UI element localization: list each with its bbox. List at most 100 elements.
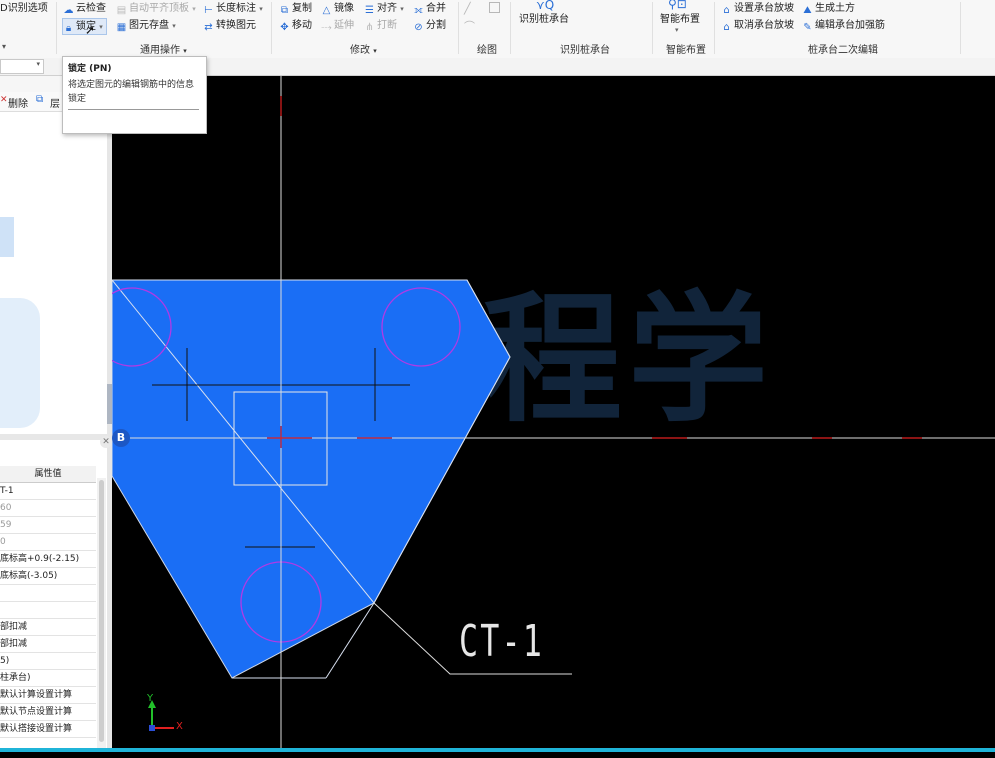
cancel-slope-label: 取消承台放坡 [734,20,794,31]
draw-arc-icon[interactable]: ⌒ [464,18,475,34]
cad-drawing [112,76,995,748]
draw-rect-icon[interactable] [489,2,500,13]
element-label-ct1: CT-1 [459,616,544,667]
auto-align-slab-button[interactable]: ▤ 自动平齐顶板 ▾ [116,1,196,16]
copy-label: 复制 [292,3,312,14]
break-icon: ⋔ [365,22,374,33]
mirror-label: 镜像 [334,3,354,14]
axis-x-label: X [176,721,183,732]
lock-icon: 🔒︎ [65,23,72,34]
split-label: 分割 [426,20,446,31]
prop-row[interactable]: T-1 [0,483,96,500]
split-button[interactable]: ⊘ 分割 [413,18,446,33]
smart-layout-dropdown-icon[interactable]: ▾ [675,26,679,34]
prop-row[interactable]: 59 [0,517,96,534]
element-list [0,112,108,432]
merge-button[interactable]: ⟗ 合并 [413,1,446,16]
align-label: 对齐 [377,3,397,14]
align-slab-icon: ▤ [116,5,127,16]
break-button[interactable]: ⋔ 打断 [364,18,397,33]
element-store-button[interactable]: ▦ 图元存盘 ▾ [116,18,176,33]
auto-align-slab-label: 自动平齐顶板 [129,3,189,14]
watermark-fragment [0,217,14,257]
ribbon-separator [510,2,511,54]
prop-row[interactable]: 底标高+0.9(-2.15) [0,551,96,568]
lock-dropdown-icon[interactable]: ▾ [99,23,103,31]
ribbon-separator [960,2,961,54]
gen-earthwork-button[interactable]: ⛰︎ 生成土方 [802,1,855,16]
prop-row[interactable]: 部扣减 [0,636,96,653]
scrollbar-thumb[interactable] [99,480,104,742]
mirror-icon: △ [322,5,331,16]
prop-row[interactable]: 柱承台) [0,670,96,687]
cancel-slope-button[interactable]: ⌂ 取消承台放坡 [721,18,794,33]
tooltip-divider [68,109,199,110]
draw-line-icon[interactable]: ╱ [464,2,471,15]
group-recognize-label: 识别桩承台 [560,45,610,56]
floor-select[interactable]: ▾ [0,59,44,74]
chevron-down-icon: ▾ [36,60,40,68]
panel-divider[interactable] [0,434,108,440]
ribbon-separator [458,2,459,54]
mirror-button[interactable]: △ 镜像 [321,1,354,16]
edit-rebar-button[interactable]: ✎ 编辑承台加强筋 [802,18,885,33]
tooltip-desc-line2: 锁定 [68,94,87,104]
move-icon: ✥ [280,22,289,33]
prop-scrollbar[interactable] [97,478,106,748]
length-dim-button[interactable]: ⊢ 长度标注 ▾ [203,1,263,16]
align-button[interactable]: ☰ 对齐 ▾ [364,1,404,16]
copy-button[interactable]: ⧉ 复制 [279,1,312,16]
prop-row[interactable] [0,585,96,602]
close-icon[interactable]: ✕ [100,436,112,448]
convert-element-label: 转换图元 [216,20,256,31]
prop-row[interactable]: 0 [0,534,96,551]
prop-row[interactable]: 5) [0,653,96,670]
property-table: T-1 60 59 0 底标高+0.9(-2.15) 底标高(-3.05) 部扣减 部扣减 5)… [0,483,96,743]
ruler-icon: ⊢ [204,5,213,16]
extend-button[interactable]: ⤏ 延伸 [321,18,354,33]
prop-row[interactable]: 默认节点设置计算 [0,704,96,721]
ribbon-separator [714,2,715,54]
watermark-fragment [0,298,40,428]
bottom-strip [0,752,995,758]
element-store-label: 图元存盘 [129,20,169,31]
split-icon: ⊘ [414,22,423,33]
cad-recognize-options-button[interactable]: D识别选项 [0,1,48,16]
cad-recognize-label: D识别选项 [0,3,48,14]
cloud-check-button[interactable]: ☁ 云检查 [63,1,107,16]
convert-icon: ⇄ [204,22,213,33]
mouse-cursor-icon: ➚ [85,23,96,37]
earthwork-icon: ⛰︎ [803,5,812,16]
convert-element-button[interactable]: ⇄ 转换图元 [203,18,256,33]
ribbon-separator [652,2,653,54]
group-general-ops-label[interactable]: 通用操作 ▾ [140,41,187,56]
layer-copy-button[interactable]: 层 [50,95,60,110]
axis-marker-b[interactable]: B [112,429,130,447]
drawing-canvas[interactable]: 程学 ta CT-1 [112,76,995,748]
prop-row[interactable]: 默认搭接设置计算 [0,721,96,738]
prop-header-value: 属性值 [0,466,96,483]
ribbon-separator [271,2,272,54]
set-slope-label: 设置承台放坡 [734,3,794,14]
prop-row[interactable]: 底标高(-3.05) [0,568,96,585]
gen-earthwork-label: 生成土方 [815,3,855,14]
canvas-edge-handle[interactable] [107,384,112,424]
recognize-pile-cap-label: 识别桩承台 [519,14,569,25]
move-button[interactable]: ✥ 移动 [279,18,312,33]
group1-expand-icon[interactable]: ▾ [2,42,6,51]
set-slope-button[interactable]: ⌂ 设置承台放坡 [721,1,794,16]
recognize-pile-cap-button[interactable]: 识别桩承台 [519,12,569,27]
align-icon: ☰ [365,5,374,16]
group-modify-label[interactable]: 修改 ▾ [350,41,377,56]
prop-row[interactable]: 部扣减 [0,619,96,636]
slope-icon: ⌂ [723,5,730,16]
cloud-check-label: 云检查 [76,3,106,14]
extend-label: 延伸 [334,20,354,31]
prop-row[interactable]: 默认计算设置计算 [0,687,96,704]
prop-row[interactable]: 60 [0,500,96,517]
smart-layout-button[interactable]: 智能布置 [660,12,700,27]
merge-icon: ⟗ [414,5,423,16]
prop-row[interactable] [0,602,96,619]
delete-button[interactable]: 删除 [8,95,28,110]
group-draw-label: 绘图 [477,45,497,56]
